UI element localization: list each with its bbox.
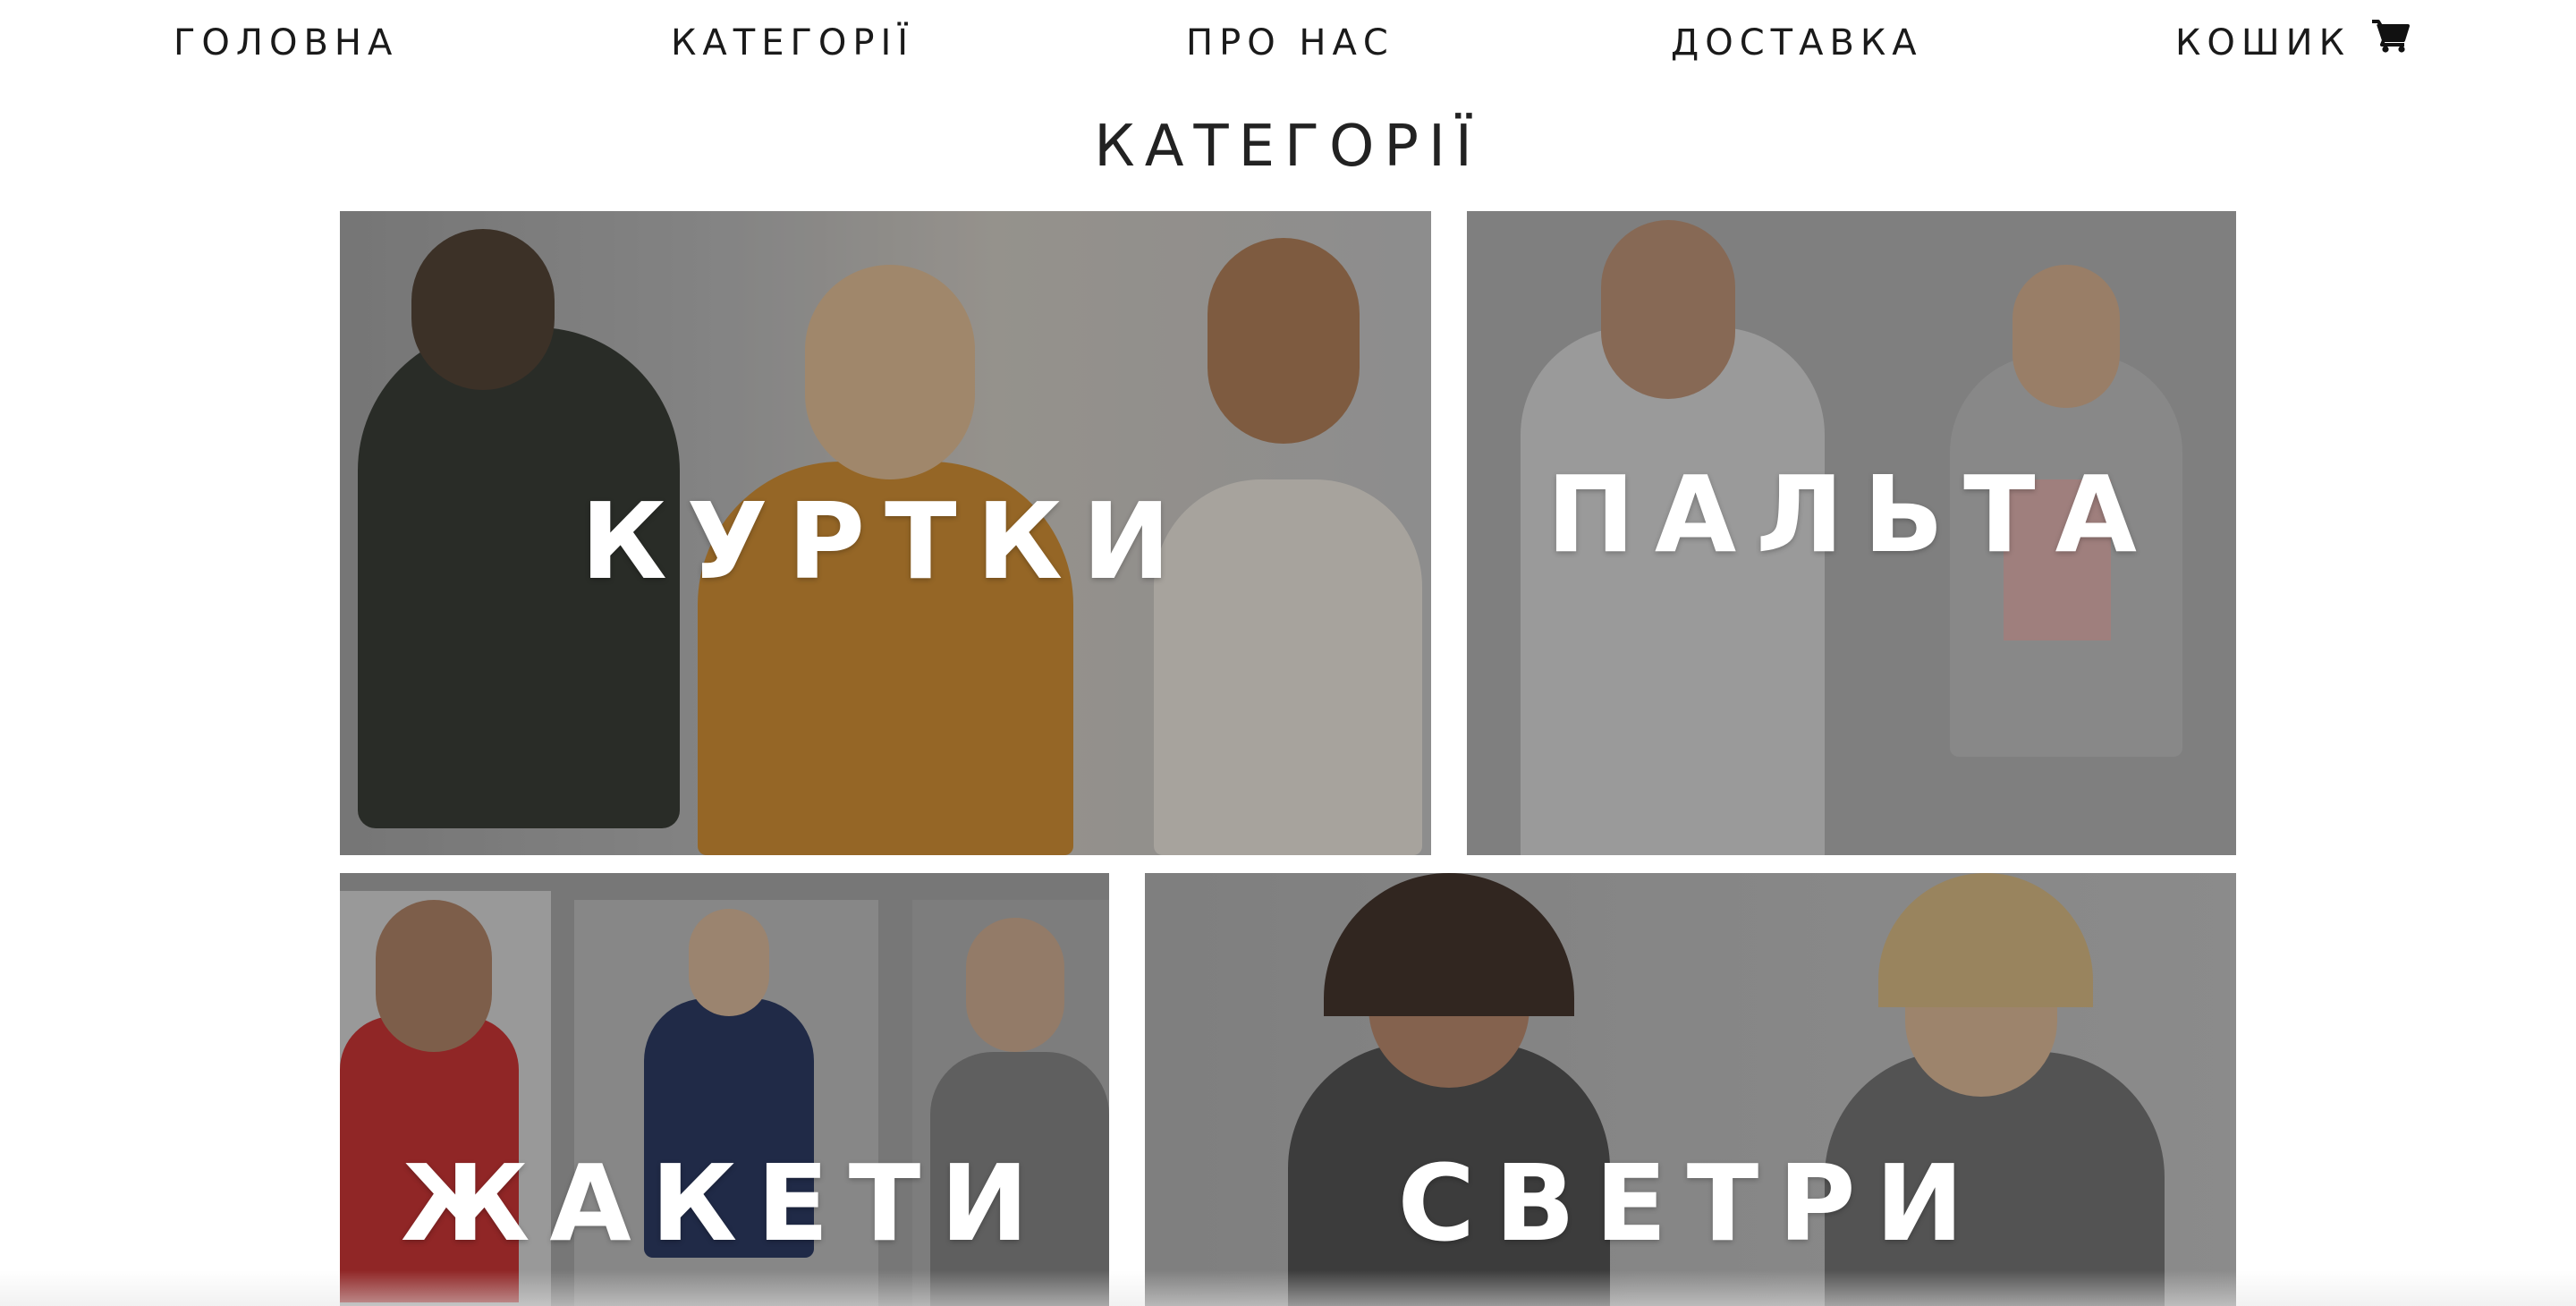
nav-link-cart[interactable]: КОШИК (2175, 20, 2410, 66)
category-label-blazers: ЖАКЕТИ (400, 1141, 1049, 1265)
category-tile-blazers[interactable]: ЖАКЕТИ (340, 873, 1109, 1306)
category-tile-sweaters[interactable]: СВЕТРИ (1145, 873, 2236, 1306)
category-label-sweaters: СВЕТРИ (1397, 1141, 1984, 1265)
page-title: КАТЕГОРІЇ (1094, 114, 1482, 180)
top-navigation: ГОЛОВНА КАТЕГОРІЇ ПРО НАС ДОСТАВКА КОШИК (0, 0, 2576, 86)
nav-cart-label: КОШИК (2175, 22, 2351, 64)
nav-link-categories[interactable]: КАТЕГОРІЇ (671, 20, 914, 66)
category-tile-jackets[interactable]: КУРТКИ (340, 211, 1431, 855)
category-label-jackets: КУРТКИ (580, 479, 1191, 603)
category-label-coats: ПАЛЬТА (1546, 453, 2157, 576)
nav-link-home[interactable]: ГОЛОВНА (174, 20, 398, 66)
shopping-cart-icon (2371, 18, 2410, 64)
nav-link-about[interactable]: ПРО НАС (1186, 20, 1394, 66)
nav-link-delivery[interactable]: ДОСТАВКА (1671, 20, 1923, 66)
category-tile-coats[interactable]: ПАЛЬТА (1467, 211, 2236, 855)
